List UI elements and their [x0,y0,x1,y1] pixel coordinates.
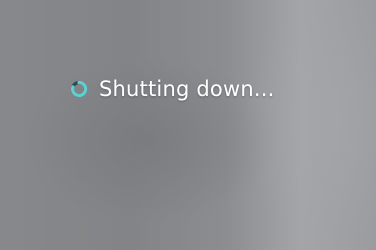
shutdown-screen: Shutting down... [0,0,376,250]
status-text: Shutting down... [99,77,275,101]
shutdown-status: Shutting down... [70,76,274,102]
busy-spinner-icon [70,80,88,98]
